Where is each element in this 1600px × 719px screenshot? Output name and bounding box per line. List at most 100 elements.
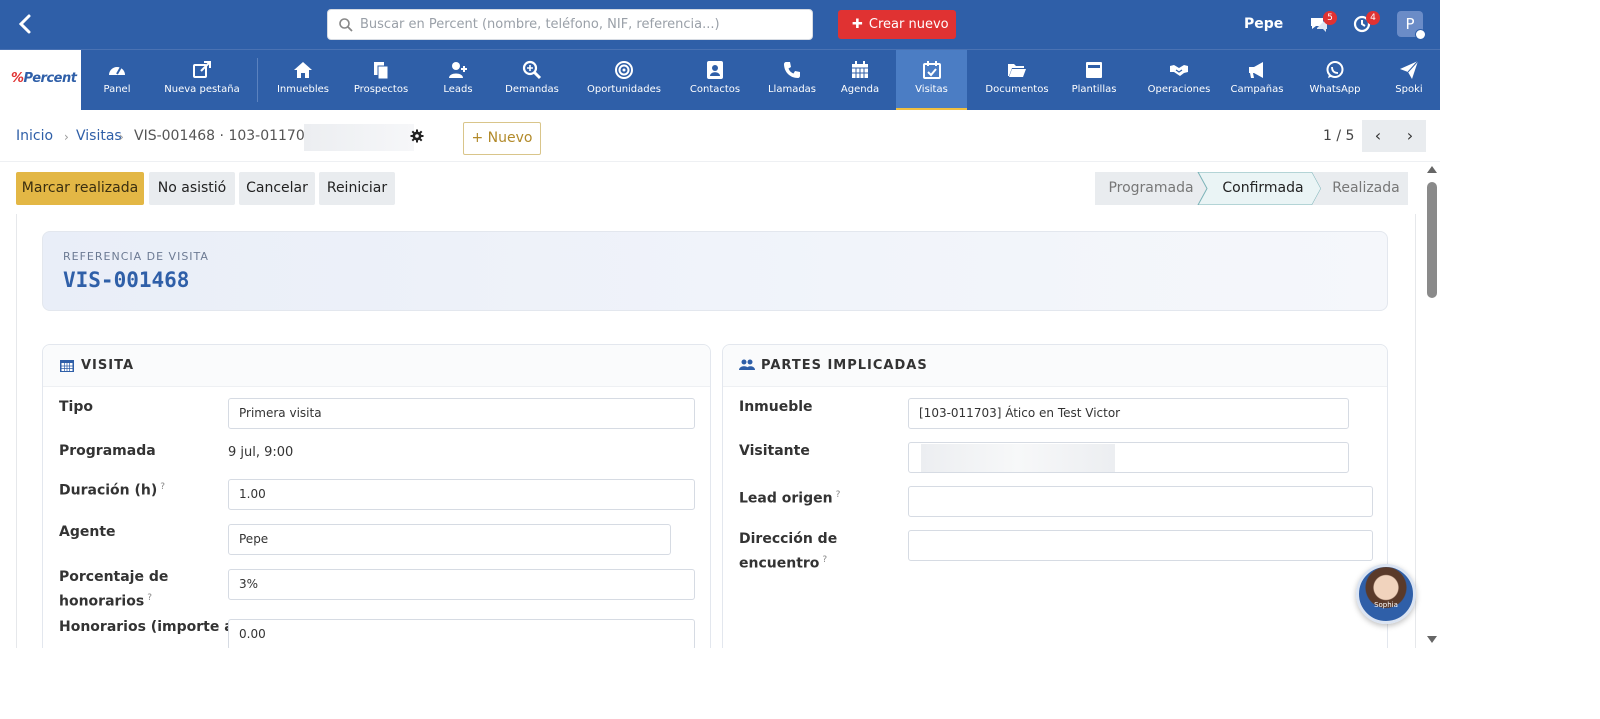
direccion-label: Dirección de encuentro? (739, 531, 838, 572)
porcentaje-field[interactable]: 3% (228, 569, 695, 600)
nav-llamadas[interactable]: Llamadas (757, 50, 827, 111)
nav-oportunidades[interactable]: Oportunidades (582, 50, 666, 111)
megaphone-icon (1249, 62, 1263, 78)
pager-prev-button[interactable]: ‹ (1362, 120, 1394, 152)
nav-label: Demandas (505, 84, 559, 95)
nav-inmuebles[interactable]: Inmuebles (268, 50, 338, 111)
nav-new-tab[interactable]: Nueva pestaña (160, 50, 244, 111)
phone-icon (784, 62, 800, 78)
nav-whatsapp[interactable]: WhatsApp (1300, 50, 1370, 111)
breadcrumb: Inicio › Visitas › VIS-001468 · 103-0117… (0, 110, 1440, 162)
reset-button[interactable]: Reiniciar (319, 172, 395, 205)
assistant-name: Sophia (1374, 601, 1398, 609)
scroll-down-arrow[interactable] (1427, 636, 1437, 643)
agente-field[interactable]: Pepe (228, 524, 671, 555)
nav-documentos[interactable]: Documentos (975, 50, 1059, 111)
nav-label: Visitas (915, 84, 948, 95)
visitante-label: Visitante (739, 443, 810, 459)
calendar-check-icon (922, 61, 941, 79)
create-new-button[interactable]: ✚ Crear nuevo (838, 10, 956, 39)
breadcrumb-separator: › (119, 130, 124, 144)
create-new-label: Crear nuevo (868, 17, 949, 32)
external-link-icon (193, 61, 211, 78)
partes-card: PARTES IMPLICADAS Inmueble [103-011703] … (722, 344, 1388, 648)
nav-agenda[interactable]: Agenda (825, 50, 895, 111)
breadcrumb-separator: › (64, 130, 69, 144)
scroll-up-arrow[interactable] (1427, 166, 1437, 173)
reference-card: REFERENCIA DE VISITA VIS-001468 (42, 231, 1388, 311)
visitante-field[interactable] (908, 442, 1349, 473)
direccion-field[interactable] (908, 530, 1373, 561)
stage-confirmada[interactable]: Confirmada (1208, 172, 1318, 205)
nav-label: Llamadas (767, 84, 817, 95)
duracion-label: Duración (h)? (59, 482, 166, 499)
stage-programada[interactable]: Programada (1095, 172, 1207, 205)
honorarios-label: Honorarios (importe a (59, 619, 234, 635)
duracion-field[interactable]: 1.00 (228, 479, 695, 510)
status-dot (1415, 29, 1426, 40)
nav-visitas[interactable]: Visitas (896, 50, 967, 111)
nav-campanas[interactable]: Campañas (1222, 50, 1292, 111)
messages-badge: 5 (1323, 11, 1337, 25)
nav-spoki[interactable]: Spoki (1378, 50, 1440, 111)
logo-text: %Percent (11, 71, 77, 86)
users-icon (739, 359, 755, 370)
no-show-button[interactable]: No asistió (149, 172, 235, 205)
chevron-left-icon (18, 14, 31, 34)
gear-icon[interactable] (410, 129, 424, 143)
nav-prospectos[interactable]: Prospectos (346, 50, 416, 111)
user-plus-icon (449, 62, 467, 78)
nav-label: Leads (443, 84, 473, 95)
cancel-button[interactable]: Cancelar (239, 172, 315, 205)
pager-next-button[interactable]: › (1394, 120, 1426, 152)
help-icon[interactable]: ? (160, 482, 165, 492)
tipo-field[interactable]: Primera visita (228, 398, 695, 429)
nav-plantillas[interactable]: Plantillas (1059, 50, 1129, 111)
new-record-button[interactable]: + Nuevo (463, 122, 541, 155)
mark-done-button[interactable]: Marcar realizada (16, 172, 144, 205)
folder-open-icon (1008, 64, 1026, 77)
dashboard-icon (109, 66, 125, 75)
assistant-avatar-button[interactable]: Sophia (1356, 564, 1416, 624)
reference-label: REFERENCIA DE VISITA (63, 250, 209, 263)
visita-title: VISITA (81, 358, 135, 373)
back-button[interactable] (14, 12, 38, 36)
nav-label: Documentos (985, 84, 1049, 95)
stage-realizada[interactable]: Realizada (1318, 172, 1414, 205)
breadcrumb-home[interactable]: Inicio (16, 128, 53, 144)
inmueble-field[interactable]: [103-011703] Ático en Test Victor (908, 398, 1349, 429)
main-nav: %Percent Panel Nueva pestaña Inmuebles P… (0, 49, 1440, 111)
percent-logo[interactable]: %Percent (0, 50, 81, 111)
user-avatar[interactable]: P (1397, 11, 1426, 40)
redacted-area (921, 444, 1115, 472)
breadcrumb-visitas[interactable]: Visitas (76, 128, 122, 144)
scrollbar-thumb[interactable] (1427, 182, 1437, 298)
help-icon[interactable]: ? (836, 490, 841, 500)
nav-label: Nueva pestaña (164, 84, 240, 95)
help-icon[interactable]: ? (147, 593, 152, 603)
honorarios-field[interactable]: 0.00 (228, 619, 695, 648)
nav-label: Operaciones (1147, 84, 1211, 95)
nav-operaciones[interactable]: Operaciones (1137, 50, 1221, 111)
reference-value: VIS-001468 (63, 268, 190, 292)
nav-label: Contactos (689, 84, 741, 95)
programada-value: 9 jul, 9:00 (228, 445, 294, 460)
handshake-icon (1170, 65, 1188, 76)
nav-leads[interactable]: Leads (423, 50, 493, 111)
nav-label: Campañas (1230, 84, 1284, 95)
vertical-scrollbar[interactable] (1424, 162, 1440, 648)
partes-title: PARTES IMPLICADAS (761, 358, 928, 373)
app-window: ✚ Crear nuevo Pepe 5 4 P %Percent Panel N… (0, 0, 1440, 648)
search-input[interactable] (360, 10, 800, 39)
nav-demandas[interactable]: Demandas (497, 50, 567, 111)
search-plus-icon (522, 60, 542, 80)
form-sheet: REFERENCIA DE VISITA VIS-001468 VISITA T… (16, 214, 1416, 648)
nav-label: Oportunidades (586, 84, 661, 95)
help-icon[interactable]: ? (822, 555, 827, 565)
user-name[interactable]: Pepe (1244, 16, 1283, 32)
lead-origen-field[interactable] (908, 486, 1373, 517)
nav-panel[interactable]: Panel (82, 50, 152, 111)
global-search[interactable] (327, 9, 813, 40)
visita-card: VISITA Tipo Primera visita Programada 9 … (42, 344, 711, 648)
nav-contactos[interactable]: Contactos (680, 50, 750, 111)
